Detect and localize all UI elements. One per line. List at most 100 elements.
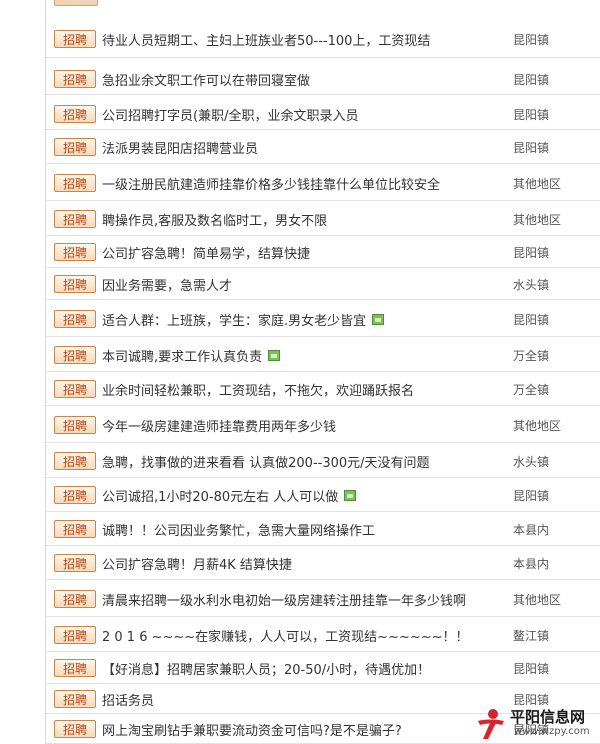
listing-title-text: 因业务需要，急需人才 bbox=[102, 278, 233, 294]
listing-title-text: 公司扩容急聘！月薪4K 结算快捷 bbox=[102, 557, 292, 573]
recruit-badge: 招聘 bbox=[54, 210, 96, 228]
listing-location: 昆阳镇 bbox=[513, 246, 550, 260]
listing-title-link[interactable]: 招话务员 bbox=[102, 690, 155, 709]
watermark: 平阳信息网 www.wzpy.com bbox=[474, 703, 600, 744]
listing-location: 水头镇 bbox=[513, 278, 550, 292]
recruit-badge: 招聘 bbox=[54, 138, 96, 156]
listing-location: 本县内 bbox=[513, 557, 550, 571]
listing-title-link[interactable]: 因业务需要，急需人才 bbox=[102, 275, 233, 294]
listing-row: 招聘 公司扩容急聘！简单易学，结算快捷 昆阳镇 bbox=[46, 236, 600, 268]
has-photo-icon bbox=[372, 313, 385, 325]
listing-title-text: 招话务员 bbox=[102, 693, 155, 709]
listing-title-text: 网上淘宝刷钻手兼职要流动资金可信吗?是不是骗子? bbox=[102, 723, 402, 739]
recruit-badge: 招聘 bbox=[54, 105, 96, 123]
listing-title-link[interactable]: 【好消息】招聘居家兼职人员；20-50/小时，待遇优加！ bbox=[102, 659, 431, 678]
recruit-badge: 招聘 bbox=[54, 720, 96, 738]
listing-title-text: 【好消息】招聘居家兼职人员；20-50/小时，待遇优加！ bbox=[102, 662, 431, 678]
listing-row: 招聘 清晨来招聘一级水利水电初始一级房建转注册挂靠一年多少钱啊 其他地区 bbox=[46, 580, 600, 617]
listing-location: 昆阳镇 bbox=[513, 662, 550, 676]
listing-row: 招聘 急聘，找事做的进来看看 认真做200--300元/天没有问题 水头镇 bbox=[46, 444, 600, 478]
listing-title-link[interactable]: 公司扩容急聘！简单易学，结算快捷 bbox=[102, 243, 310, 262]
listing-title-link[interactable]: 2 0 1 6 ~~~~在家赚钱，人人可以，工资现结~~~~~~！！ bbox=[102, 626, 469, 645]
listing-title-link[interactable]: 公司招聘打字员(兼职/全职，业余文职录入员 bbox=[102, 105, 358, 124]
recruit-badge: 招聘 bbox=[54, 416, 96, 434]
recruit-badge: 招聘 bbox=[54, 659, 96, 677]
site-logo-icon bbox=[478, 709, 504, 739]
listing-location: 昆阳镇 bbox=[513, 313, 550, 327]
listing-row: 招聘 【好消息】招聘居家兼职人员；20-50/小时，待遇优加！ 昆阳镇 bbox=[46, 652, 600, 684]
listing-row: 招聘 2 0 1 6 ~~~~在家赚钱，人人可以，工资现结~~~~~~！！ 鳌江镇 bbox=[46, 618, 600, 652]
listing-row: 招聘 待业人员短期工、主妇上班族业者50---100上，工资现结 昆阳镇 bbox=[46, 19, 600, 58]
listing-title-text: 聘操作员,客服及数名临时工，男女不限 bbox=[102, 213, 328, 229]
recruit-badge: 招聘 bbox=[54, 626, 96, 644]
listing-location: 其他地区 bbox=[513, 177, 562, 191]
listing-title-link[interactable]: 今年一级房建建造师挂靠费用两年多少钱 bbox=[102, 416, 337, 435]
recruit-badge: 招聘 bbox=[54, 690, 96, 708]
recruit-badge: 招聘 bbox=[54, 486, 96, 504]
listing-title-text: 待业人员短期工、主妇上班族业者50---100上，工资现结 bbox=[102, 33, 431, 49]
watermark-site-name: 平阳信息网 bbox=[510, 708, 586, 726]
listing-title-text: 清晨来招聘一级水利水电初始一级房建转注册挂靠一年多少钱啊 bbox=[102, 593, 467, 609]
listing-title-link[interactable]: 适合人群：上班族，学生：家庭.男女老少皆宜 bbox=[102, 310, 385, 329]
listing-location: 昆阳镇 bbox=[513, 73, 550, 87]
recruit-badge: 招聘 bbox=[54, 310, 96, 328]
listing-title-link[interactable]: 清晨来招聘一级水利水电初始一级房建转注册挂靠一年多少钱啊 bbox=[102, 590, 467, 609]
listing-location: 昆阳镇 bbox=[513, 489, 550, 503]
listing-row: 招聘 因业务需要，急需人才 水头镇 bbox=[46, 268, 600, 300]
listing-title-text: 公司诚招,1小时20-80元左右 人人可以做 bbox=[102, 489, 339, 505]
listing-title-link[interactable]: 聘操作员,客服及数名临时工，男女不限 bbox=[102, 210, 328, 229]
listing-title-text: 适合人群：上班族，学生：家庭.男女老少皆宜 bbox=[102, 313, 367, 329]
listing-row: 招聘 公司扩容急聘！月薪4K 结算快捷 本县内 bbox=[46, 546, 600, 580]
recruit-badge: 招聘 bbox=[54, 346, 96, 364]
listing-title-link[interactable]: 急聘，找事做的进来看看 认真做200--300元/天没有问题 bbox=[102, 452, 430, 471]
listing-title-link[interactable]: 公司扩容急聘！月薪4K 结算快捷 bbox=[102, 554, 292, 573]
recruit-badge: 招聘 bbox=[54, 243, 96, 261]
listing-location: 本县内 bbox=[513, 523, 550, 537]
listing-row: 招聘 公司诚招,1小时20-80元左右 人人可以做 昆阳镇 bbox=[46, 478, 600, 512]
listing-title-link[interactable]: 本司诚聘,要求工作认真负责 bbox=[102, 346, 281, 365]
recruit-badge: 招聘 bbox=[54, 70, 96, 88]
listing-title-text: 急招业余文职工作可以在带回寝室做 bbox=[102, 73, 311, 89]
listing-title-text: 一级注册民航建造师挂靠价格多少钱挂靠什么单位比较安全 bbox=[102, 177, 441, 193]
recruit-badge: 招聘 bbox=[54, 520, 96, 538]
previous-badge-stub bbox=[54, 0, 98, 6]
recruit-badge: 招聘 bbox=[54, 30, 96, 48]
listing-title-link[interactable]: 网上淘宝刷钻手兼职要流动资金可信吗?是不是骗子? bbox=[102, 720, 402, 739]
watermark-url: www.wzpy.com bbox=[514, 726, 590, 737]
listing-title-text: 业余时间轻松兼职，工资现结，不拖欠，欢迎踊跃报名 bbox=[102, 383, 415, 399]
listing-row: 招聘 今年一级房建建造师挂靠费用两年多少钱 其他地区 bbox=[46, 406, 600, 443]
listing-location: 其他地区 bbox=[513, 419, 562, 433]
listing-row: 招聘 一级注册民航建造师挂靠价格多少钱挂靠什么单位比较安全 其他地区 bbox=[46, 164, 600, 201]
listing-title-link[interactable]: 法派男装昆阳店招聘营业员 bbox=[102, 138, 258, 157]
recruit-badge: 招聘 bbox=[54, 380, 96, 398]
listing-location: 水头镇 bbox=[513, 455, 550, 469]
listing-row: 招聘 适合人群：上班族，学生：家庭.男女老少皆宜 昆阳镇 bbox=[46, 300, 600, 337]
recruit-badge: 招聘 bbox=[54, 452, 96, 470]
listing-location: 昆阳镇 bbox=[513, 33, 550, 47]
listing-title-link[interactable]: 业余时间轻松兼职，工资现结，不拖欠，欢迎踊跃报名 bbox=[102, 380, 415, 399]
listing-title-text: 急聘，找事做的进来看看 认真做200--300元/天没有问题 bbox=[102, 455, 430, 471]
listing-row: 招聘 急招业余文职工作可以在带回寝室做 昆阳镇 bbox=[46, 62, 600, 95]
listing-title-text: 今年一级房建建造师挂靠费用两年多少钱 bbox=[102, 419, 337, 435]
has-photo-icon bbox=[344, 489, 357, 501]
recruit-badge: 招聘 bbox=[54, 554, 96, 572]
listing-location: 昆阳镇 bbox=[513, 108, 550, 122]
recruit-badge: 招聘 bbox=[54, 174, 96, 192]
listing-title-text: 2 0 1 6 ~~~~在家赚钱，人人可以，工资现结~~~~~~！！ bbox=[102, 629, 469, 645]
listing-location: 鳌江镇 bbox=[513, 629, 550, 643]
listing-row: 招聘 法派男装昆阳店招聘营业员 昆阳镇 bbox=[46, 130, 600, 164]
listing-title-link[interactable]: 一级注册民航建造师挂靠价格多少钱挂靠什么单位比较安全 bbox=[102, 174, 441, 193]
listing-location: 万全镇 bbox=[513, 349, 550, 363]
has-photo-icon bbox=[268, 349, 281, 361]
listing-location: 万全镇 bbox=[513, 383, 550, 397]
listing-title-link[interactable]: 公司诚招,1小时20-80元左右 人人可以做 bbox=[102, 486, 357, 505]
listing-location: 昆阳镇 bbox=[513, 141, 550, 155]
listing-location: 其他地区 bbox=[513, 593, 562, 607]
listing-row: 招聘 本司诚聘,要求工作认真负责 万全镇 bbox=[46, 338, 600, 372]
listing-title-link[interactable]: 诚聘！！公司因业务繁忙，急需大量网络操作工 bbox=[102, 520, 376, 539]
listing-title-text: 诚聘！！公司因业务繁忙，急需大量网络操作工 bbox=[102, 523, 376, 539]
listing-location: 其他地区 bbox=[513, 213, 562, 227]
listing-row: 招聘 业余时间轻松兼职，工资现结，不拖欠，欢迎踊跃报名 万全镇 bbox=[46, 372, 600, 406]
listing-title-link[interactable]: 急招业余文职工作可以在带回寝室做 bbox=[102, 70, 311, 89]
listing-title-link[interactable]: 待业人员短期工、主妇上班族业者50---100上，工资现结 bbox=[102, 30, 431, 49]
